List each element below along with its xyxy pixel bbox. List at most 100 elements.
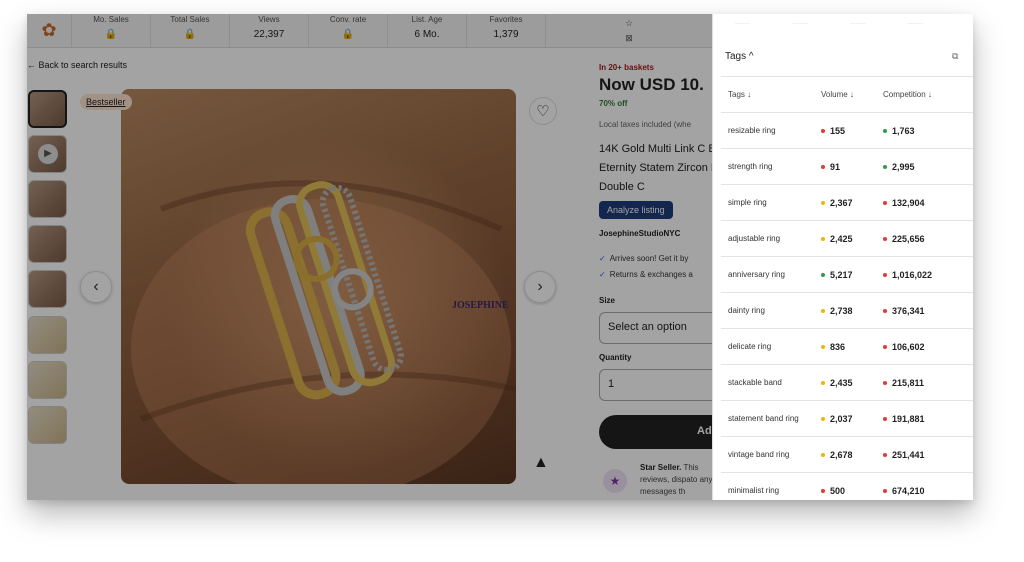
tag-cell: statement band ring: [721, 400, 821, 437]
competition-cell: 1,016,022: [883, 256, 973, 293]
competition-cell: 106,602: [883, 328, 973, 365]
sort-by-tag[interactable]: Tags ↓: [721, 76, 821, 113]
tag-cell: strength ring: [721, 148, 821, 185]
tag-cell: anniversary ring: [721, 256, 821, 293]
tags-panel: ____ ____ ____ ____ Tags ^ ⧉ Tags ↓ Volu…: [712, 14, 973, 500]
volume-cell: 2,738: [821, 292, 883, 329]
volume-level-dot: [821, 381, 825, 386]
volume-level-dot: [821, 273, 825, 278]
tag-name: statement band ring: [728, 414, 799, 423]
table-row[interactable]: adjustable ring 2,425 225,656: [721, 220, 973, 257]
volume-cell: 2,367: [821, 184, 883, 221]
volume-cell: 2,425: [821, 220, 883, 257]
tags-table-body: resizable ring 155 1,763 strength ring 91 2,9…: [721, 112, 973, 500]
volume-value: 500: [830, 485, 846, 496]
table-row[interactable]: dainty ring 2,738 376,341: [721, 292, 973, 329]
table-row[interactable]: minimalist ring 500 674,210: [721, 472, 973, 500]
panel-faded-header: ____ ____ ____ ____: [735, 17, 924, 24]
table-header-row: Tags ↓ Volume ↓ Competition ↓: [721, 76, 973, 113]
competition-value: 2,995: [892, 161, 915, 172]
volume-cell: 155: [821, 112, 883, 149]
volume-cell: 91: [821, 148, 883, 185]
competition-cell: 376,341: [883, 292, 973, 329]
sort-by-competition[interactable]: Competition ↓: [883, 76, 973, 113]
volume-level-dot: [821, 489, 825, 494]
competition-level-dot: [883, 381, 887, 386]
competition-value: 215,811: [892, 377, 925, 388]
competition-cell: 251,441: [883, 436, 973, 473]
volume-value: 155: [830, 125, 846, 136]
table-row[interactable]: stackable band 2,435 215,811: [721, 364, 973, 401]
volume-value: 91: [830, 161, 841, 172]
tag-name: minimalist ring: [728, 486, 780, 495]
volume-cell: 836: [821, 328, 883, 365]
competition-value: 132,904: [892, 197, 925, 208]
volume-level-dot: [821, 453, 825, 458]
competition-value: 376,341: [892, 305, 925, 316]
volume-level-dot: [821, 417, 825, 422]
table-row[interactable]: statement band ring 2,037 191,881: [721, 400, 973, 437]
volume-cell: 2,037: [821, 400, 883, 437]
tag-cell: simple ring: [721, 184, 821, 221]
volume-value: 2,037: [830, 413, 853, 424]
volume-value: 5,217: [830, 269, 853, 280]
competition-value: 106,602: [892, 341, 925, 352]
volume-level-dot: [821, 165, 825, 170]
competition-cell: 674,210: [883, 472, 973, 500]
volume-cell: 2,678: [821, 436, 883, 473]
tag-cell: resizable ring: [721, 112, 821, 149]
volume-value: 2,425: [830, 233, 853, 244]
tag-name: dainty ring: [728, 306, 765, 315]
competition-level-dot: [883, 165, 887, 170]
table-row[interactable]: strength ring 91 2,995: [721, 148, 973, 185]
competition-level-dot: [883, 273, 887, 278]
competition-value: 1,763: [892, 125, 915, 136]
tag-cell: dainty ring: [721, 292, 821, 329]
competition-value: 191,881: [892, 413, 925, 424]
copy-icon[interactable]: ⧉: [952, 51, 958, 62]
competition-level-dot: [883, 345, 887, 350]
volume-level-dot: [821, 201, 825, 206]
volume-value: 2,738: [830, 305, 853, 316]
table-row[interactable]: anniversary ring 5,217 1,016,022: [721, 256, 973, 293]
volume-cell: 500: [821, 472, 883, 500]
competition-level-dot: [883, 417, 887, 422]
tag-name: adjustable ring: [728, 234, 781, 243]
table-row[interactable]: simple ring 2,367 132,904: [721, 184, 973, 221]
sort-by-volume[interactable]: Volume ↓: [821, 76, 883, 113]
table-row[interactable]: vintage band ring 2,678 251,441: [721, 436, 973, 473]
tag-cell: stackable band: [721, 364, 821, 401]
competition-value: 1,016,022: [892, 269, 933, 280]
table-row[interactable]: delicate ring 836 106,602: [721, 328, 973, 365]
tag-cell: adjustable ring: [721, 220, 821, 257]
tag-name: delicate ring: [728, 342, 772, 351]
volume-level-dot: [821, 345, 825, 350]
competition-level-dot: [883, 309, 887, 314]
tag-name: resizable ring: [728, 126, 776, 135]
tag-name: simple ring: [728, 198, 767, 207]
competition-level-dot: [883, 129, 887, 134]
competition-value: 674,210: [892, 485, 925, 496]
competition-cell: 132,904: [883, 184, 973, 221]
tags-toggle[interactable]: Tags ^: [725, 51, 754, 62]
competition-level-dot: [883, 489, 887, 494]
competition-cell: 2,995: [883, 148, 973, 185]
volume-value: 2,435: [830, 377, 853, 388]
competition-cell: 191,881: [883, 400, 973, 437]
competition-value: 251,441: [892, 449, 925, 460]
tag-cell: delicate ring: [721, 328, 821, 365]
tag-cell: vintage band ring: [721, 436, 821, 473]
competition-cell: 1,763: [883, 112, 973, 149]
browser-window: ✿ Mo. Sales 🔒 Total Sales 🔒 Views 22,397…: [27, 14, 973, 500]
competition-level-dot: [883, 201, 887, 206]
competition-level-dot: [883, 237, 887, 242]
competition-cell: 215,811: [883, 364, 973, 401]
competition-cell: 225,656: [883, 220, 973, 257]
tag-name: vintage band ring: [728, 450, 790, 459]
volume-value: 2,678: [830, 449, 853, 460]
table-row[interactable]: resizable ring 155 1,763: [721, 112, 973, 149]
tag-name: stackable band: [728, 378, 782, 387]
volume-level-dot: [821, 129, 825, 134]
page-dim-overlay: [27, 14, 712, 500]
competition-value: 225,656: [892, 233, 925, 244]
